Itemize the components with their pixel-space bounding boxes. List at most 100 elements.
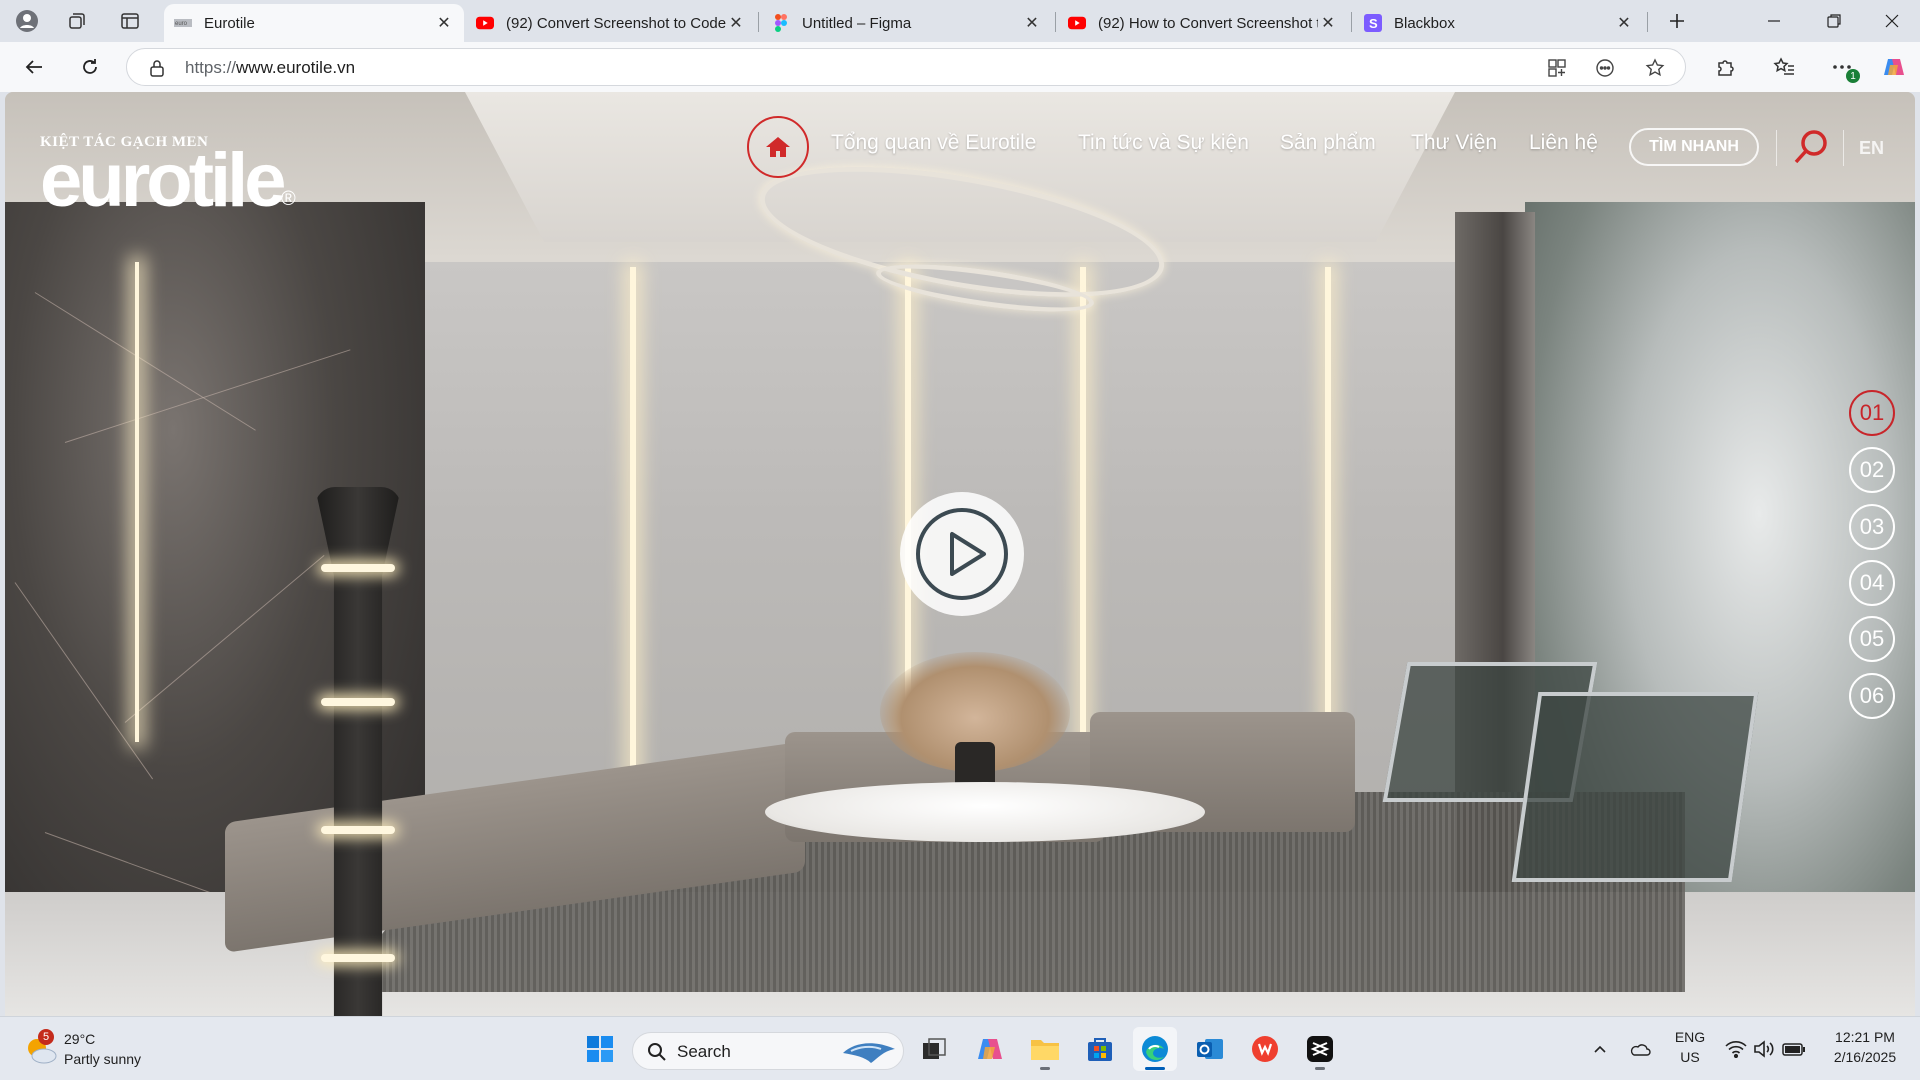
close-window-button[interactable] [1864,0,1920,42]
taskbar-search[interactable]: Search [632,1032,904,1070]
nav-item-contact[interactable]: Liên hệ [1529,131,1598,155]
hero-lamp-glow [321,698,395,706]
hero-lamp-glow [321,826,395,834]
profile-icon [16,10,38,32]
battery-button[interactable] [1782,1037,1806,1061]
new-tab-button[interactable] [1662,7,1692,35]
tab-title: Eurotile [204,14,255,32]
favorites-button[interactable] [1770,53,1798,81]
refresh-button[interactable] [74,51,106,83]
tab-youtube-howto[interactable]: (92) How to Convert Screenshot t ✕ [1058,4,1348,42]
copilot-button[interactable] [1880,53,1908,81]
input-language-top[interactable]: ENG [1672,1029,1708,1045]
home-button[interactable] [747,116,809,178]
browser-tab-strip: euro Eurotile ✕ (92) Convert Screenshot … [0,0,1920,42]
app-available-icon[interactable] [1545,56,1569,80]
play-video-button[interactable] [900,492,1024,616]
svg-text:S: S [1369,16,1378,31]
hero-coffee-table [765,782,1205,842]
quick-search-button[interactable]: TÌM NHANH [1629,128,1759,166]
hero-chair [1511,692,1759,882]
update-badge: 1 [1846,69,1860,83]
slide-dot-02[interactable]: 02 [1849,447,1895,493]
tab-youtube-convert[interactable]: (92) Convert Screenshot to Code ✕ [466,4,756,42]
youtube-favicon [1068,14,1086,32]
search-highlight-icon [843,1043,895,1063]
weather-widget[interactable]: 5 29°C Partly sunny [24,1029,174,1071]
extensions-button[interactable] [1712,53,1740,81]
vertical-tabs-button[interactable] [115,7,145,35]
brave-icon [1252,1036,1278,1062]
start-button[interactable] [578,1027,622,1071]
hero-light-strip [1325,267,1331,747]
microsoft-store-button[interactable] [1078,1027,1122,1071]
hero-light-strip [905,267,911,737]
reading-mode-icon[interactable] [1593,56,1617,80]
hero-light-strip [630,267,636,787]
show-hidden-icons-button[interactable] [1588,1037,1612,1061]
profile-button[interactable] [12,7,42,35]
close-tab-icon[interactable]: ✕ [726,13,746,33]
search-icon [648,1043,666,1061]
search-icon [1794,130,1827,164]
input-language-bottom[interactable]: US [1672,1049,1708,1065]
tab-separator [1351,12,1352,32]
chevron-up-icon [1594,1045,1606,1053]
onedrive-button[interactable] [1628,1037,1652,1061]
minimize-button[interactable] [1746,0,1802,42]
weather-alert-badge: 5 [38,1029,54,1045]
slide-dot-06[interactable]: 06 [1849,673,1895,719]
brave-button[interactable] [1243,1027,1287,1071]
volume-button[interactable] [1752,1037,1776,1061]
nav-item-overview[interactable]: Tổng quan về Eurotile [831,131,1036,155]
file-explorer-button[interactable] [1023,1027,1067,1071]
nav-item-news[interactable]: Tin tức và Sự kiện [1078,131,1249,155]
wifi-button[interactable] [1724,1037,1748,1061]
lock-icon[interactable] [149,59,165,82]
back-button[interactable] [18,51,50,83]
slide-dot-01[interactable]: 01 [1849,390,1895,436]
tab-title: (92) How to Convert Screenshot t [1098,14,1318,32]
capcut-icon [1307,1036,1333,1062]
logo-wordmark: eurotile [40,138,286,223]
wifi-icon [1725,1041,1747,1058]
home-icon [766,137,790,157]
clock-time[interactable]: 12:21 PM [1820,1029,1910,1045]
close-tab-icon[interactable]: ✕ [1318,13,1338,33]
header-divider [1843,130,1844,166]
address-bar[interactable]: https://www.eurotile.vn [126,48,1686,86]
site-search-button[interactable] [1792,128,1830,166]
capcut-button[interactable] [1298,1027,1342,1071]
windows-start-icon [587,1036,613,1062]
close-tab-icon[interactable]: ✕ [434,13,454,33]
nav-item-products[interactable]: Sản phẩm [1280,131,1376,155]
tab-separator [758,12,759,32]
copilot-app-button[interactable] [968,1027,1012,1071]
restore-button[interactable] [1806,0,1862,42]
restore-icon [1827,14,1841,28]
eurotile-logo[interactable]: KIỆT TÁC GẠCH MEN eurotile ® [40,134,296,223]
close-tab-icon[interactable]: ✕ [1614,13,1634,33]
language-switch[interactable]: EN [1859,138,1884,159]
clock-date[interactable]: 2/16/2025 [1820,1049,1910,1065]
edge-icon [1142,1036,1168,1062]
hero-lamp-glow [321,564,395,572]
tab-blackbox[interactable]: S Blackbox ✕ [1354,4,1644,42]
favorites-list-icon [1773,57,1794,75]
url-text[interactable]: https://www.eurotile.vn [185,58,355,78]
nav-item-library[interactable]: Thư Viện [1411,131,1497,155]
favorite-star-icon[interactable] [1643,56,1667,80]
slide-dot-05[interactable]: 05 [1849,616,1895,662]
workspaces-button[interactable] [62,7,92,35]
tab-eurotile[interactable]: euro Eurotile ✕ [164,4,464,42]
tab-figma[interactable]: Untitled – Figma ✕ [762,4,1052,42]
edge-button[interactable] [1133,1027,1177,1071]
settings-more-button[interactable]: 1 [1828,53,1860,83]
close-tab-icon[interactable]: ✕ [1022,13,1042,33]
close-icon [1885,14,1899,28]
outlook-button[interactable] [1188,1027,1232,1071]
slide-dot-03[interactable]: 03 [1849,504,1895,550]
file-explorer-icon [1031,1040,1059,1060]
task-view-button[interactable] [912,1027,956,1071]
slide-dot-04[interactable]: 04 [1849,560,1895,606]
